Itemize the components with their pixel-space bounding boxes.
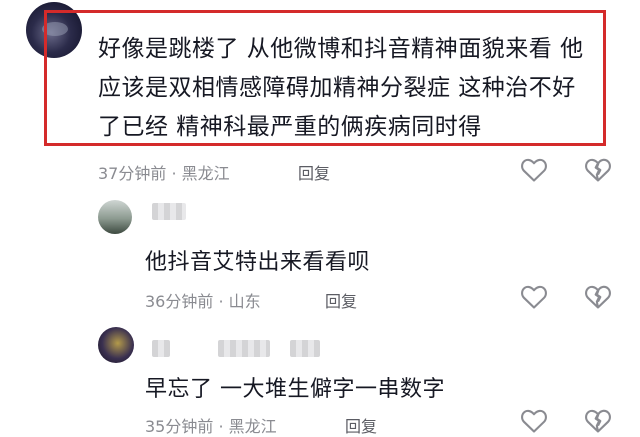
blurred-username [152, 340, 170, 357]
dislike-button[interactable] [584, 157, 612, 183]
blurred-username [152, 203, 186, 220]
like-button[interactable] [520, 284, 548, 310]
reply-meta: 36分钟前 · 山东 [145, 292, 261, 311]
reply-button[interactable]: 回复 [325, 288, 357, 312]
comment-line: 了已经 精神科最严重的俩疾病同时得 [98, 114, 482, 140]
blurred-username [218, 340, 270, 357]
comment-line: 好像是跳楼了 从他微博和抖音精神面貌来看 他 [98, 36, 584, 62]
broken-heart-icon [585, 409, 611, 433]
reply-button[interactable]: 回复 [298, 160, 330, 184]
reply-text: 他抖音艾特出来看看呗 [145, 250, 371, 275]
reply-avatar[interactable] [98, 327, 134, 363]
dislike-button[interactable] [584, 408, 612, 434]
reply-button[interactable]: 回复 [345, 413, 377, 437]
like-button[interactable] [520, 157, 548, 183]
reply-text: 早忘了 一大堆生僻字一串数字 [145, 377, 445, 402]
heart-icon [521, 285, 547, 309]
broken-heart-icon [585, 285, 611, 309]
comment-text: 好像是跳楼了 从他微博和抖音精神面貌来看 他 应该是双相情感障碍加精神分裂症 这… [98, 30, 608, 147]
reply-avatar[interactable] [98, 200, 132, 234]
like-button[interactable] [520, 408, 548, 434]
dislike-button[interactable] [584, 284, 612, 310]
reply-meta: 35分钟前 · 黑龙江 [145, 417, 277, 436]
blurred-username [290, 340, 320, 357]
comment-line: 应该是双相情感障碍加精神分裂症 这种治不好 [98, 75, 576, 101]
heart-icon [521, 158, 547, 182]
broken-heart-icon [585, 158, 611, 182]
heart-icon [521, 409, 547, 433]
comment-meta: 37分钟前 · 黑龙江 [98, 164, 230, 183]
